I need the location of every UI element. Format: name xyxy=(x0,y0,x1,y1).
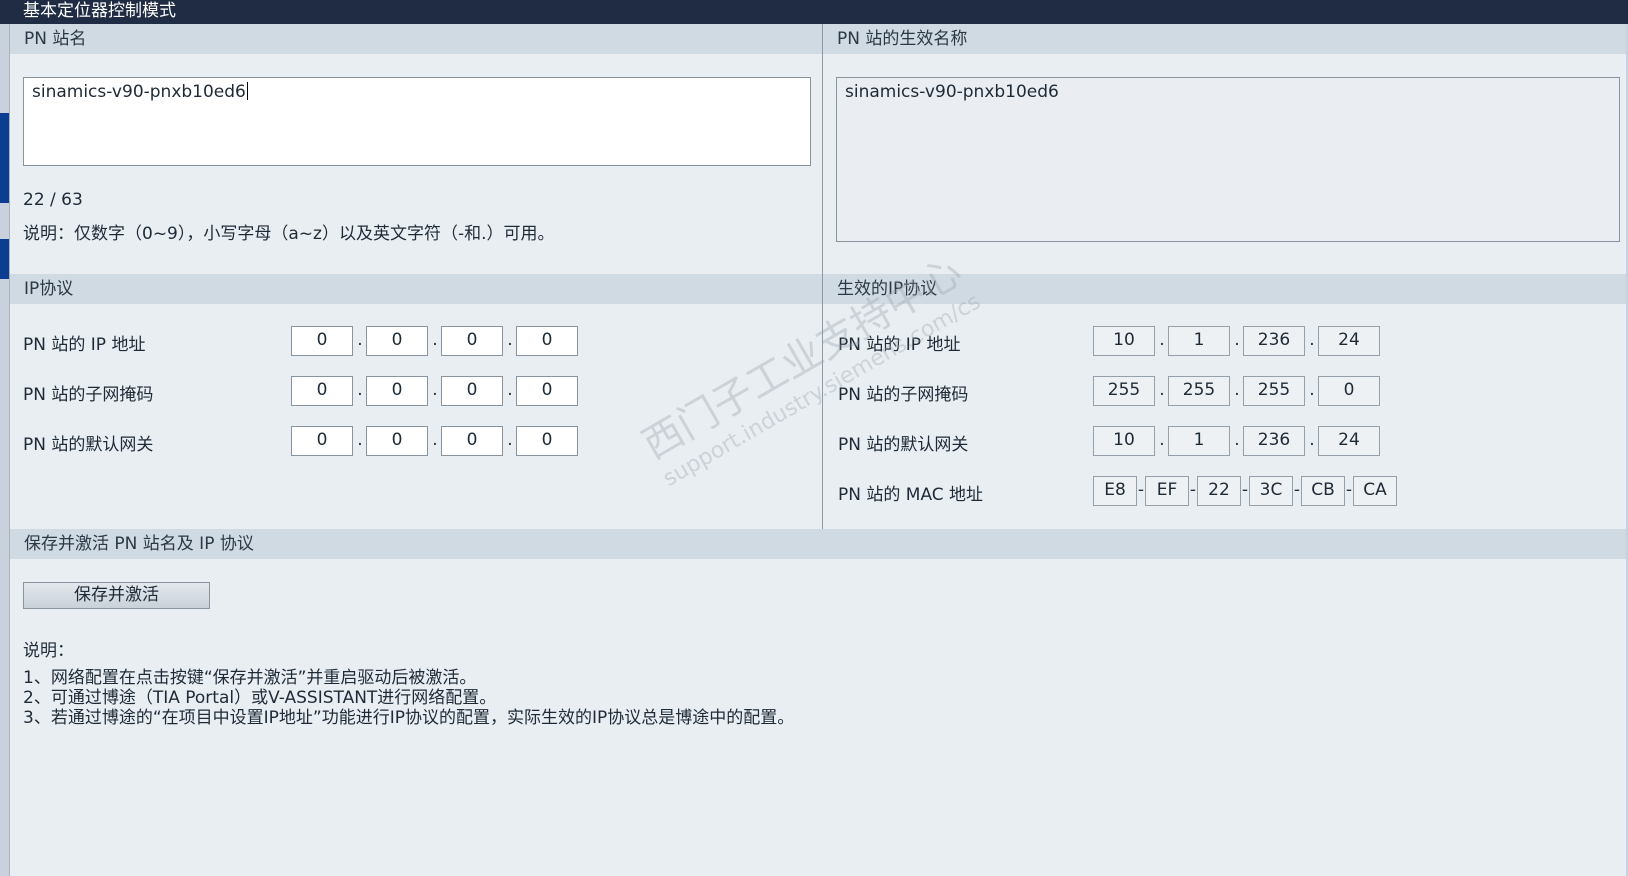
ip-protocol-header: IP协议 xyxy=(10,274,822,304)
effective-ip-protocol-header: 生效的IP协议 xyxy=(823,274,1626,304)
note-line: 3、若通过博途的“在项目中设置IP地址”功能进行IP协议的配置，实际生效的IP协… xyxy=(23,708,795,728)
station-name-input[interactable]: sinamics-v90-pnxb10ed6 xyxy=(23,77,811,166)
nav-marker[interactable] xyxy=(0,113,9,203)
mac-separator: - xyxy=(1345,480,1353,500)
text-caret xyxy=(246,82,248,100)
effective-gateway-octet: 10 xyxy=(1093,426,1155,456)
ip-separator: . xyxy=(1159,380,1165,400)
ip-separator: . xyxy=(357,380,363,400)
mac-separator: - xyxy=(1241,480,1249,500)
ip-separator: . xyxy=(357,430,363,450)
gateway-octet-2-input[interactable]: 0 xyxy=(366,426,428,456)
mac-byte: E8 xyxy=(1093,476,1137,506)
default-gateway-label: PN 站的默认网关 xyxy=(23,435,154,455)
char-count: 22 / 63 xyxy=(23,190,83,210)
effective-ip-address-row: PN 站的 IP 地址 10 . 1 . 236 . 24 xyxy=(838,326,1398,356)
mac-byte: CB xyxy=(1301,476,1345,506)
gateway-octet-4-input[interactable]: 0 xyxy=(516,426,578,456)
gateway-octet-3-input[interactable]: 0 xyxy=(441,426,503,456)
nav-marker[interactable] xyxy=(0,239,9,279)
ip-separator: . xyxy=(507,380,513,400)
ip-separator: . xyxy=(357,330,363,350)
ip-separator: . xyxy=(1309,430,1315,450)
note-line: 2、可通过博途（TIA Portal）或V-ASSISTANT进行网络配置。 xyxy=(23,688,497,708)
station-name-header: PN 站名 xyxy=(10,24,822,54)
ip-octet-1-input[interactable]: 0 xyxy=(291,326,353,356)
mac-byte: 22 xyxy=(1197,476,1241,506)
mask-octet-4-input[interactable]: 0 xyxy=(516,376,578,406)
column-divider xyxy=(822,24,823,529)
ip-separator: . xyxy=(1234,430,1240,450)
ip-address-label: PN 站的 IP 地址 xyxy=(23,335,146,355)
ip-separator: . xyxy=(1234,330,1240,350)
ip-separator: . xyxy=(507,430,513,450)
ip-separator: . xyxy=(432,380,438,400)
window-title: 基本定位器控制模式 xyxy=(23,1,176,21)
effective-name-field: sinamics-v90-pnxb10ed6 xyxy=(836,77,1620,242)
subnet-mask-label: PN 站的子网掩码 xyxy=(23,385,154,405)
effective-ip-octet: 236 xyxy=(1243,326,1305,356)
mac-separator: - xyxy=(1189,480,1197,500)
gateway-octet-1-input[interactable]: 0 xyxy=(291,426,353,456)
effective-subnet-mask-label: PN 站的子网掩码 xyxy=(838,385,969,405)
left-nav-strip xyxy=(0,24,10,876)
effective-mask-octet: 255 xyxy=(1243,376,1305,406)
notes-title: 说明： xyxy=(23,641,74,661)
mac-byte: 3C xyxy=(1249,476,1293,506)
effective-default-gateway-row: PN 站的默认网关 10 . 1 . 236 . 24 xyxy=(838,426,1398,456)
ip-separator: . xyxy=(1309,380,1315,400)
default-gateway-row: PN 站的默认网关 0 . 0 . 0 . 0 xyxy=(23,426,583,456)
mac-address-label: PN 站的 MAC 地址 xyxy=(838,485,984,505)
ip-separator: . xyxy=(432,330,438,350)
mask-octet-1-input[interactable]: 0 xyxy=(291,376,353,406)
effective-gateway-octet: 24 xyxy=(1318,426,1380,456)
ip-octet-4-input[interactable]: 0 xyxy=(516,326,578,356)
mac-separator: - xyxy=(1293,480,1301,500)
effective-mask-octet: 255 xyxy=(1093,376,1155,406)
window-title-bar: 基本定位器控制模式 xyxy=(0,0,1628,24)
save-activate-button[interactable]: 保存并激活 xyxy=(23,582,210,609)
mac-address-row: PN 站的 MAC 地址 E8 - EF - 22 - 3C - CB - CA xyxy=(838,476,1398,506)
ip-separator: . xyxy=(1159,430,1165,450)
effective-ip-octet: 24 xyxy=(1318,326,1380,356)
effective-ip-address-label: PN 站的 IP 地址 xyxy=(838,335,961,355)
note-line: 1、网络配置在点击按键“保存并激活”并重启驱动后被激活。 xyxy=(23,668,477,688)
ip-address-row: PN 站的 IP 地址 0 . 0 . 0 . 0 xyxy=(23,326,583,356)
subnet-mask-row: PN 站的子网掩码 0 . 0 . 0 . 0 xyxy=(23,376,583,406)
effective-subnet-mask-row: PN 站的子网掩码 255 . 255 . 255 . 0 xyxy=(838,376,1398,406)
effective-ip-octet: 1 xyxy=(1168,326,1230,356)
effective-mask-octet: 0 xyxy=(1318,376,1380,406)
ip-separator: . xyxy=(1234,380,1240,400)
station-name-value: sinamics-v90-pnxb10ed6 xyxy=(32,82,246,102)
effective-default-gateway-label: PN 站的默认网关 xyxy=(838,435,969,455)
char-hint: 说明：仅数字（0~9），小写字母（a~z）以及英文字符（-和.）可用。 xyxy=(23,224,555,244)
mac-separator: - xyxy=(1137,480,1145,500)
mac-byte: CA xyxy=(1353,476,1397,506)
ip-separator: . xyxy=(1309,330,1315,350)
effective-ip-octet: 10 xyxy=(1093,326,1155,356)
ip-separator: . xyxy=(1159,330,1165,350)
ip-octet-3-input[interactable]: 0 xyxy=(441,326,503,356)
mac-byte: EF xyxy=(1145,476,1189,506)
save-activate-header: 保存并激活 PN 站名及 IP 协议 xyxy=(10,529,1626,559)
ip-separator: . xyxy=(507,330,513,350)
ip-separator: . xyxy=(432,430,438,450)
effective-name-value: sinamics-v90-pnxb10ed6 xyxy=(845,82,1059,102)
effective-mask-octet: 255 xyxy=(1168,376,1230,406)
effective-gateway-octet: 1 xyxy=(1168,426,1230,456)
effective-name-header: PN 站的生效名称 xyxy=(823,24,1626,54)
mask-octet-3-input[interactable]: 0 xyxy=(441,376,503,406)
effective-gateway-octet: 236 xyxy=(1243,426,1305,456)
ip-octet-2-input[interactable]: 0 xyxy=(366,326,428,356)
mask-octet-2-input[interactable]: 0 xyxy=(366,376,428,406)
